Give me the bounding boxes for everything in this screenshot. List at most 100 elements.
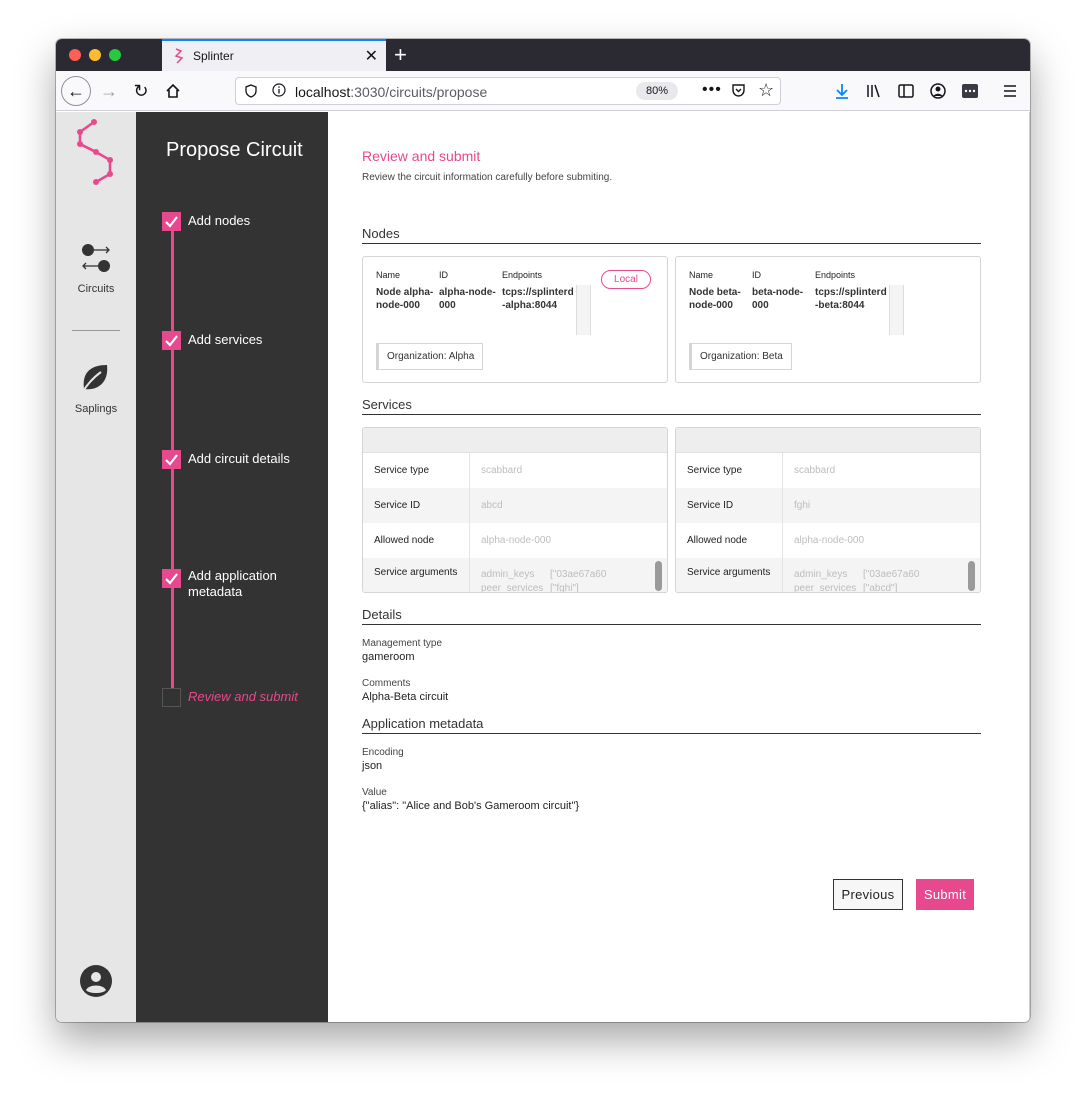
checkbox-checked-icon [162,331,181,350]
service-row-type: Service type scabbard [363,453,667,488]
tab-close-icon[interactable]: ✕ [365,46,378,66]
service-card-header [676,428,980,453]
browser-tab[interactable]: Splinter ✕ [162,39,386,71]
info-icon[interactable] [272,83,286,97]
shield-icon[interactable] [244,84,258,98]
arguments-scrollbar[interactable] [655,561,662,591]
circuits-icon [82,244,110,272]
download-icon[interactable] [832,81,852,101]
stepper-title: Propose Circuit [166,139,303,161]
tab-title: Splinter [193,49,234,63]
local-badge: Local [601,270,651,289]
node-id: beta-node-000 [752,287,804,311]
step-label: Add application metadata [188,568,277,599]
service-key: Service arguments [687,567,771,578]
sidebar-icon[interactable] [896,81,916,101]
service-value: alpha-node-000 [794,535,865,546]
url-path: :3030/circuits/propose [350,84,488,100]
app: Circuits Saplings Propose Circuit Add no… [56,112,1030,1022]
encoding-value: json [362,760,383,772]
service-row-allowed-node: Allowed node alpha-node-000 [676,523,980,558]
organization-chip: Organization: Alpha [376,343,484,370]
url-bar[interactable]: localhost:3030/circuits/propose 80% ••• … [235,77,781,105]
service-key: Service ID [374,500,421,511]
service-key: Service ID [687,500,734,511]
user-avatar-icon[interactable] [80,965,112,997]
service-row-id: Service ID fghi [676,488,980,523]
rail-item-circuits[interactable]: Circuits [56,242,136,295]
value-value: {"alias": "Alice and Bob's Gameroom circ… [362,800,580,812]
zoom-indicator[interactable]: 80% [636,82,678,100]
rail-label-circuits: Circuits [77,283,115,295]
pocket-icon[interactable] [731,83,746,98]
rail-item-saplings[interactable]: Saplings [56,362,136,415]
nav-rail: Circuits Saplings [56,112,136,1022]
bookmark-star-icon[interactable]: ☆ [758,80,774,101]
node-endpoint: tcps://splinterd-beta:8044 [815,287,887,311]
service-card-header [363,428,667,453]
comments-label: Comments [362,678,411,689]
service-card-fghi: Service type scabbard Service ID fghi Al… [675,427,981,593]
service-value: abcd [481,500,503,511]
zoom-window-button[interactable] [109,49,121,61]
account-icon[interactable] [928,81,948,101]
rail-label-saplings: Saplings [74,403,118,415]
main-content: Review and submit Review the circuit inf… [328,112,1030,1022]
col-header-name: Name [689,270,714,280]
comments-value: Alpha-Beta circuit [362,691,449,703]
url-host: localhost [295,84,351,100]
management-type-label: Management type [362,638,443,649]
checkbox-unchecked-icon [162,688,181,707]
services-heading: Services [362,397,981,415]
arguments-scrollbar[interactable] [968,561,975,591]
service-value: fghi [794,500,811,511]
new-tab-button[interactable]: + [394,42,407,68]
organization-chip: Organization: Beta [689,343,792,370]
service-key: Service type [687,465,743,476]
details-heading: Details [362,607,981,625]
node-endpoint: tcps://splinterd-alpha:8044 [502,287,574,311]
service-row-arguments: Service arguments admin_keys peer_servic… [363,558,667,593]
page-actions-icon[interactable]: ••• [702,81,722,99]
service-value: alpha-node-000 [481,535,552,546]
checkbox-checked-icon [162,450,181,469]
value-label: Value [362,787,387,798]
management-type-value: gameroom [362,651,415,663]
url-text[interactable]: localhost:3030/circuits/propose [295,84,487,100]
endpoint-scrollbar[interactable] [576,285,591,335]
checkbox-checked-icon [162,212,181,231]
nav-bar: ← → ↻ localhost:3030/circuits/propose 80… [56,71,1030,111]
service-row-id: Service ID abcd [363,488,667,523]
service-arg-values: ["03ae67a60 ["fghi"] [550,569,607,593]
home-icon [166,83,180,98]
service-row-type: Service type scabbard [676,453,980,488]
back-button[interactable]: ← [61,76,91,106]
service-row-arguments: Service arguments admin_keys peer_servic… [676,558,980,592]
col-header-endpoints: Endpoints [502,270,543,280]
service-arg-keys: admin_keys peer_services [481,569,544,593]
page-subtitle: Review the circuit information carefully… [362,172,613,183]
rail-divider [72,330,120,331]
service-value: scabbard [794,465,836,476]
leaf-icon [81,365,108,394]
step-label: Add nodes [188,213,251,228]
home-button[interactable] [159,77,187,105]
nodes-heading: Nodes [362,226,981,244]
library-icon[interactable] [864,81,884,101]
forward-button[interactable]: → [95,77,123,105]
col-header-id: ID [752,270,761,280]
reload-button[interactable]: ↻ [127,77,155,105]
endpoint-scrollbar[interactable] [889,285,904,335]
service-key: Allowed node [374,535,435,546]
menu-icon[interactable] [1000,81,1020,101]
step-label: Review and submit [188,689,298,704]
password-manager-icon[interactable] [960,81,980,101]
close-window-button[interactable] [69,49,81,61]
submit-button[interactable]: Submit [916,879,974,910]
previous-button[interactable]: Previous [833,879,903,910]
service-value: scabbard [481,465,523,476]
splinter-logo-icon[interactable] [74,118,118,186]
step-label: Add circuit details [188,451,290,466]
col-header-name: Name [376,270,401,280]
minimize-window-button[interactable] [89,49,101,61]
